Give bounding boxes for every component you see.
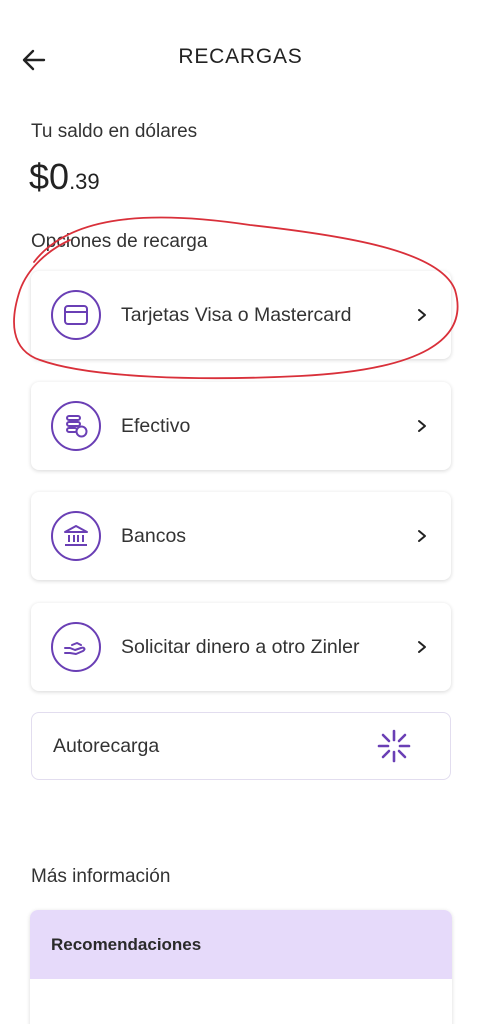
recommendations-card: Recomendaciones — [30, 910, 452, 1024]
balance-label: Tu saldo en dólares — [31, 121, 198, 142]
credit-card-icon — [51, 290, 101, 340]
chevron-right-icon — [415, 638, 429, 656]
recargas-screen: RECARGAS Tu saldo en dólares $0.39 Opcio… — [0, 0, 481, 1024]
chevron-right-icon — [415, 306, 429, 324]
option-label: Efectivo — [121, 414, 191, 437]
chevron-right-icon — [415, 417, 429, 435]
option-solicitar-dinero[interactable]: Solicitar dinero a otro Zinler — [31, 603, 451, 691]
hand-receive-icon — [51, 622, 101, 672]
recommendations-header[interactable]: Recomendaciones — [30, 910, 452, 979]
autorecharge-label: Autorecarga — [53, 734, 160, 757]
option-bancos[interactable]: Bancos — [31, 492, 451, 580]
autorecharge-button[interactable]: Autorecarga — [31, 712, 451, 780]
option-efectivo[interactable]: Efectivo — [31, 382, 451, 470]
balance-whole: 0 — [49, 156, 70, 197]
option-label: Tarjetas Visa o Mastercard — [121, 303, 352, 326]
page-title: RECARGAS — [178, 45, 303, 68]
more-info-label: Más información — [31, 866, 171, 887]
option-visa-mastercard[interactable]: Tarjetas Visa o Mastercard — [31, 271, 451, 359]
chevron-right-icon — [415, 527, 429, 545]
balance-amount: $0.39 — [29, 156, 100, 198]
balance-cents: .39 — [69, 169, 100, 194]
bank-icon — [51, 511, 101, 561]
recharge-options-label: Opciones de recarga — [31, 231, 208, 252]
option-label: Solicitar dinero a otro Zinler — [121, 635, 360, 658]
cash-coins-icon — [51, 401, 101, 451]
balance-currency: $ — [29, 156, 50, 197]
option-label: Bancos — [121, 524, 187, 547]
autorecharge-icon — [377, 729, 411, 763]
